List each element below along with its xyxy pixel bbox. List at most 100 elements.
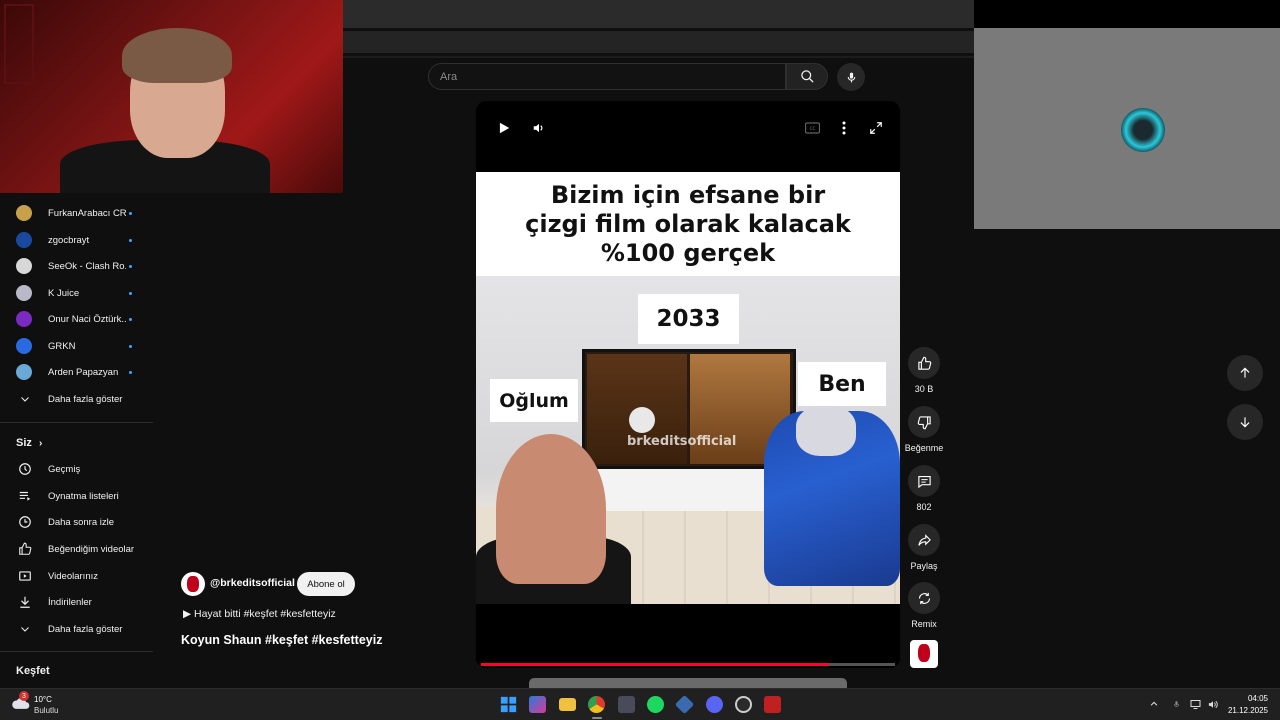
search-button[interactable] (786, 63, 828, 90)
thumbs-down-icon (917, 415, 931, 429)
sidebar: FurkanArabacı CR zgocbrayt SeeOk - Clash… (0, 193, 153, 688)
next-video-button[interactable] (1227, 404, 1263, 440)
weather-temperature: 10°C (34, 695, 52, 704)
volume-button[interactable] (530, 119, 548, 137)
weather-widget[interactable]: 3 (11, 691, 31, 713)
file-explorer-icon[interactable] (559, 698, 576, 711)
channel-avatar (16, 285, 32, 301)
fullscreen-button[interactable] (867, 119, 885, 137)
microphone-tray-icon[interactable] (1170, 698, 1182, 710)
right-person-head (796, 406, 856, 456)
you-section-title[interactable]: Siz › (16, 437, 42, 449)
video-overlay-caption: Bizim için efsane bir çizgi film olarak … (476, 172, 900, 276)
subscription-item[interactable]: Onur Naci Öztürk... (0, 306, 153, 332)
store-icon[interactable] (618, 696, 635, 713)
channel-avatar (16, 311, 32, 327)
comment-icon (917, 475, 931, 488)
dislike-action[interactable]: Beğenme (903, 406, 945, 453)
channel-name: zgocbrayt (48, 234, 90, 246)
app-icon[interactable] (674, 694, 695, 715)
like-button[interactable] (908, 347, 940, 379)
chevron-right-icon: › (38, 438, 43, 449)
play-button[interactable] (495, 119, 513, 137)
video-icon (17, 569, 32, 584)
start-button[interactable] (500, 696, 517, 713)
channel-avatar (16, 364, 32, 380)
audio-source-avatar[interactable] (910, 640, 938, 668)
taskbar: 3 10°C Bulutlu 04:05 21.12.2025 (0, 688, 1280, 720)
channel-name: GRKN (48, 340, 76, 352)
chevron-down-icon (17, 622, 32, 637)
sidebar-divider (0, 422, 153, 423)
like-action[interactable]: 30 B (903, 347, 945, 394)
sidebar-item-history[interactable]: Geçmiş (0, 456, 153, 482)
spotify-icon[interactable] (647, 696, 664, 713)
new-content-dot (129, 344, 132, 348)
remix-button[interactable] (908, 582, 940, 614)
playlist-icon (17, 489, 32, 504)
sidebar-item-watch-later[interactable]: Daha sonra izle (0, 509, 153, 535)
recorder-icon[interactable] (764, 696, 781, 713)
subscription-item[interactable]: SeeOk - Clash Ro... (0, 253, 153, 279)
channel-avatar (16, 232, 32, 248)
obs-icon[interactable] (735, 696, 752, 713)
share-button[interactable] (908, 524, 940, 556)
search-icon (800, 70, 814, 83)
voice-search-button[interactable] (837, 63, 865, 91)
share-icon (917, 533, 931, 546)
show-more-subscriptions[interactable]: Daha fazla göster (0, 386, 153, 412)
history-icon (17, 462, 32, 477)
more-options-button[interactable] (835, 119, 853, 137)
network-icon[interactable] (1190, 698, 1202, 710)
clock-time[interactable]: 04:05 (1240, 694, 1268, 703)
browser-tabbar (343, 0, 974, 28)
captions-button[interactable]: CC (803, 119, 821, 137)
arrow-down-icon (1240, 417, 1250, 428)
channel-handle[interactable]: @brkeditsofficial (210, 577, 295, 589)
show-more-you[interactable]: Daha fazla göster (0, 616, 153, 642)
progress-fill (481, 663, 829, 666)
sidebar-item-liked-videos[interactable]: Beğendiğim videolar (0, 536, 153, 562)
caption-line: %100 gerçek (600, 238, 776, 267)
subscription-item[interactable]: FurkanArabacı CR (0, 200, 153, 226)
comments-button[interactable] (908, 465, 940, 497)
subscription-item[interactable]: Arden Papazyan (0, 359, 153, 385)
video-title[interactable]: Koyun Shaun #keşfet #kesfetteyiz (181, 633, 382, 647)
channel-avatar[interactable] (181, 572, 205, 596)
son-label: Oğlum (490, 379, 578, 422)
share-action[interactable]: Paylaş (903, 524, 945, 571)
sidebar-item-playlists[interactable]: Oynatma listeleri (0, 483, 153, 509)
comment-count: 802 (916, 502, 932, 512)
comments-action[interactable]: 802 (903, 465, 945, 512)
weather-condition: Bulutlu (34, 706, 59, 715)
chrome-icon[interactable] (588, 696, 605, 713)
svg-text:CC: CC (809, 126, 815, 132)
previous-video-button[interactable] (1227, 355, 1263, 391)
scroll-handle[interactable] (529, 678, 847, 688)
clock-date[interactable]: 21.12.2025 (1222, 706, 1268, 715)
subscription-item[interactable]: K Juice (0, 280, 153, 306)
year-label: 2033 (638, 294, 739, 344)
volume-tray-icon[interactable] (1207, 698, 1219, 710)
weather-badge: 3 (19, 691, 29, 701)
new-content-dot (129, 211, 132, 215)
video-description[interactable]: ▶ Hayat bitti #keşfet #kesfetteyiz (183, 608, 336, 620)
subscription-item[interactable]: GRKN (0, 333, 153, 359)
sidebar-item-downloads[interactable]: İndirilenler (0, 589, 153, 615)
chevron-up-icon[interactable] (1148, 698, 1160, 710)
subscription-item[interactable]: zgocbrayt (0, 227, 153, 253)
subscribe-button[interactable]: Abone ol (297, 572, 355, 596)
dislike-button[interactable] (908, 406, 940, 438)
thumbs-up-icon (17, 542, 32, 557)
sidebar-item-your-videos[interactable]: Videolarınız (0, 563, 153, 589)
search-input[interactable] (440, 70, 785, 83)
webcam-overlay (0, 0, 343, 193)
remix-action[interactable]: Remix (903, 582, 945, 629)
you-label: Siz (16, 437, 32, 449)
copilot-icon[interactable] (529, 696, 546, 713)
me-label: Ben (798, 362, 886, 406)
shorts-player[interactable]: CC Bizim için efsane bir çizgi film olar… (476, 101, 900, 668)
progress-bar[interactable] (481, 663, 895, 666)
discord-icon[interactable] (706, 696, 723, 713)
left-person (496, 434, 606, 584)
